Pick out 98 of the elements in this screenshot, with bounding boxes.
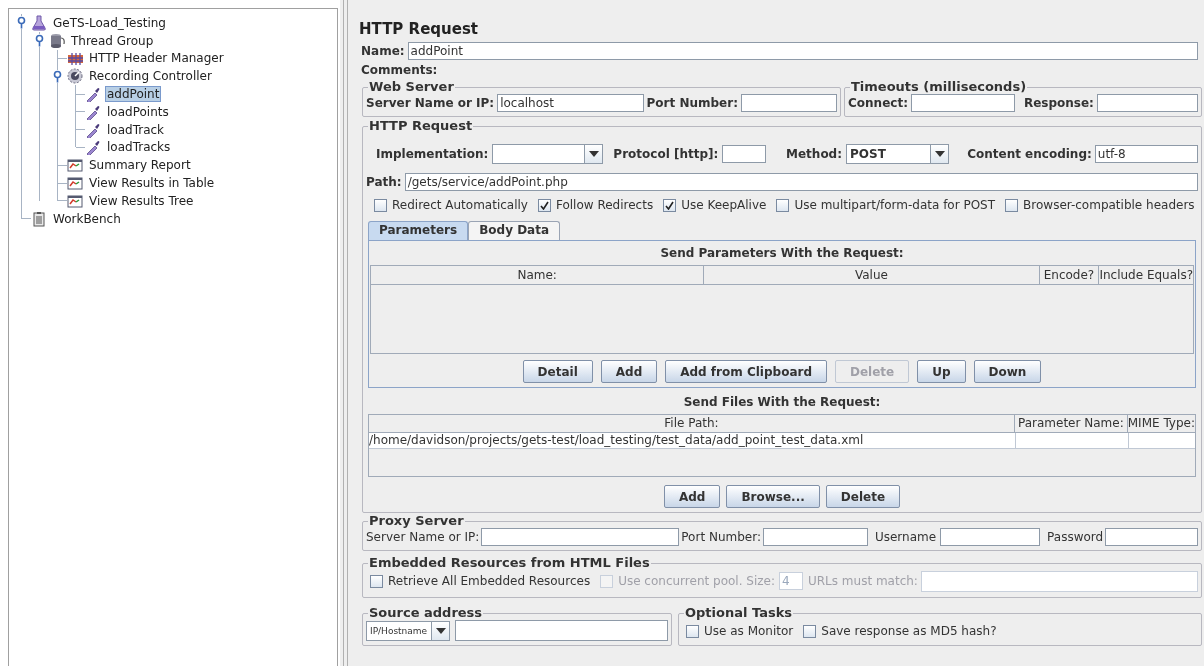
text-field[interactable] [920,570,1198,592]
table-title: Send Parameters With the Request: [659,245,905,262]
text-field[interactable] [722,145,766,163]
caret-icon [934,151,945,157]
checkbox[interactable]: Retrieve All Embedded Resources [370,572,591,590]
chart-window-icon [67,192,83,209]
table-title: Send Files With the Request: [682,394,882,411]
button[interactable]: Add from Clipboard [665,360,827,383]
tree-item[interactable]: Summary Report [87,157,193,174]
flask-icon [31,14,47,31]
button[interactable]: Down [973,360,1042,383]
field-label: Port Number: [681,529,761,546]
group-title: Web Server [368,80,455,94]
tab[interactable]: Parameters [368,221,469,240]
text-field[interactable] [740,94,837,112]
group-title: Embedded Resources from HTML Files [368,556,651,570]
text-field[interactable] [481,528,680,546]
tree-item[interactable]: GeTS-Load_Testing [51,14,168,31]
text-field[interactable] [940,528,1041,546]
button[interactable]: Browse... [726,485,820,508]
chart-window-icon [67,157,83,174]
pipette-icon [85,139,101,156]
text-field[interactable]: addPoint [407,42,1198,60]
spool-icon [49,32,65,49]
checkbox[interactable]: Browser-compatible headers [1005,196,1195,214]
button[interactable]: Up [917,360,966,383]
tree-item[interactable]: loadPoints [105,103,171,120]
pipette-icon [85,121,101,138]
text-field[interactable]: /gets/service/addPoint.php [404,173,1198,191]
caret-icon [588,151,599,157]
field-label: Path: [366,174,402,191]
field-label: Server Name or IP: [366,529,480,546]
checkbox[interactable]: Use as Monitor [686,622,794,640]
field-label: Port Number: [646,95,738,112]
tree-item[interactable]: loadTrack [105,121,167,138]
tree-item[interactable]: Recording Controller [87,68,214,85]
table-cell: /home/davidson/projects/gets-test/load_testing/test_data/add_point_test_data.xml [369,433,1016,448]
column-header[interactable]: File Path: [369,415,1015,432]
tree-item[interactable]: WorkBench [51,210,123,227]
column-header[interactable]: Encode? [1039,266,1100,284]
field-label: Implementation: [376,146,489,163]
checkbox[interactable]: Follow Redirects [537,196,654,214]
field-label: Method: [786,146,842,163]
text-field[interactable]: localhost [497,94,644,112]
group-title: Optional Tasks [684,606,794,620]
panel-title: HTTP Request [358,19,479,40]
tree-item[interactable]: View Results Tree [87,192,196,209]
field-label: Response: [1023,95,1094,112]
text-field[interactable] [1096,94,1198,112]
field-label: URLs must match: [807,573,918,590]
field-label: Protocol [http]: [613,146,719,163]
field-label: Password [1047,529,1104,546]
group-title: HTTP Request [368,119,474,133]
tree-item[interactable]: Thread Group [69,32,156,49]
text-field[interactable]: utf-8 [1094,145,1198,163]
checkbox[interactable]: Redirect Automatically [374,196,528,214]
checkbox[interactable]: Use KeepAlive [663,196,767,214]
text-field[interactable] [455,620,668,641]
pipette-icon [85,103,101,120]
tab[interactable]: Body Data [468,221,561,240]
column-header[interactable]: MIME Type: [1127,415,1195,432]
checkmark-icon [539,200,549,210]
checkmark-icon [665,200,675,210]
column-header[interactable]: Parameter Name: [1014,415,1128,432]
field-label: Connect: [848,95,908,112]
field-label: Server Name or IP: [366,95,495,112]
chart-window-icon [67,175,83,192]
tree-item[interactable]: View Results in Table [87,175,217,192]
field-label: Content encoding: [967,146,1092,163]
group-title: Proxy Server [368,514,465,528]
checkbox[interactable]: Use multipart/form-data for POST [776,196,996,214]
text-field[interactable] [910,94,1015,112]
text-field[interactable] [762,528,868,546]
tree-item[interactable]: addPoint [105,86,162,103]
gear-icon [67,68,83,85]
text-field[interactable] [1105,528,1198,546]
button[interactable]: Delete [825,485,901,508]
field-label: Name: [361,43,405,60]
dropdown[interactable]: IP/Hostname [366,620,450,641]
clipboard-icon [31,210,47,227]
column-header[interactable]: Include Equals? [1099,266,1193,284]
group-title: Source address [368,606,484,620]
tree-item[interactable]: HTTP Header Manager [87,50,226,67]
column-header[interactable]: Value [704,266,1040,284]
group-title: Timeouts (milliseconds) [850,80,1028,94]
column-header[interactable]: Name: [371,266,705,284]
button[interactable]: Add [600,360,658,383]
caret-icon [435,627,446,634]
dropdown[interactable]: POST [846,144,950,164]
field-label: Username [874,529,937,546]
checkbox[interactable]: Save response as MD5 hash? [803,622,997,640]
button[interactable]: Add [663,485,721,508]
button[interactable]: Detail [522,360,593,383]
tree-item[interactable]: loadTracks [105,139,173,156]
dropdown[interactable] [492,144,604,164]
field-label: Comments: [361,62,438,79]
grid-icon [67,50,83,67]
pipette-icon [85,86,101,103]
